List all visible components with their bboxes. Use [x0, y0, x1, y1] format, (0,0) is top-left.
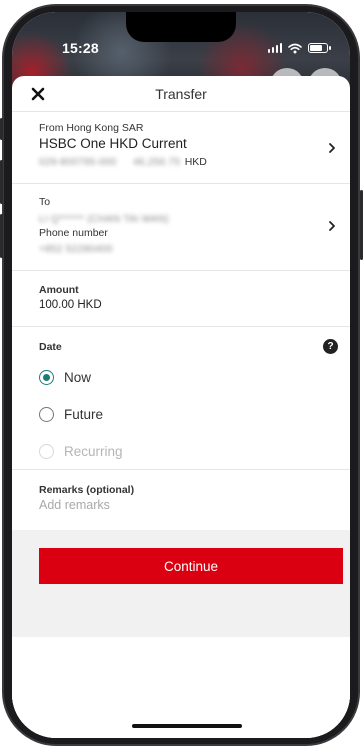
date-option-label: Recurring	[64, 444, 123, 459]
to-label: To	[39, 196, 51, 208]
amount-label: Amount	[39, 284, 79, 296]
from-label: From Hong Kong SAR	[39, 122, 144, 134]
signal-icon	[267, 43, 282, 53]
from-account-details: 029-800795-000 46,256.75 HKD	[39, 155, 334, 168]
page-title: Transfer	[155, 86, 207, 102]
volume-down-button	[0, 214, 3, 258]
remarks-input[interactable]	[39, 498, 299, 512]
battery-icon	[308, 43, 331, 53]
phone-masked: +852 52280400	[39, 244, 113, 255]
continue-button[interactable]: Continue	[39, 548, 343, 584]
status-icons	[267, 41, 331, 55]
bottom-safe-area	[12, 637, 350, 738]
notch	[126, 12, 236, 42]
amount-section[interactable]: Amount 100.00 HKD	[12, 271, 350, 327]
volume-up-button	[0, 160, 3, 204]
radio-future[interactable]	[39, 407, 54, 422]
to-section[interactable]: To LI Q****** (CHAN TAI MAN) Phone numbe…	[12, 184, 350, 271]
chevron-right-icon	[329, 143, 335, 153]
date-option-now[interactable]: Now	[39, 359, 334, 396]
nav-bar: Transfer	[12, 76, 350, 112]
status-time: 15:28	[62, 40, 99, 56]
phone-row: +852 52280400	[39, 242, 334, 255]
balance-currency: HKD	[184, 156, 207, 168]
phone-number-label: Phone number	[39, 227, 108, 239]
from-account-name: HSBC One HKD Current	[39, 136, 187, 151]
remarks-label: Remarks (optional)	[39, 484, 135, 496]
wifi-icon	[288, 43, 302, 53]
date-option-label: Future	[64, 407, 104, 422]
help-icon[interactable]: ?	[323, 339, 338, 354]
date-option-recurring: Recurring	[39, 433, 334, 470]
date-option-future[interactable]: Future	[39, 396, 334, 433]
radio-recurring	[39, 444, 54, 459]
from-account-section[interactable]: From Hong Kong SAR HSBC One HKD Current …	[12, 112, 350, 184]
phone-screen: 15:28 Transfer From Hong Kong SAR HSBC O…	[12, 12, 350, 738]
home-indicator[interactable]	[132, 724, 242, 728]
recipient-row: LI Q****** (CHAN TAI MAN)	[39, 211, 334, 225]
date-options: Now Future Recurring	[39, 359, 334, 470]
date-label: Date	[39, 341, 62, 353]
chevron-right-icon	[329, 221, 335, 231]
date-option-label: Now	[64, 370, 92, 385]
radio-now[interactable]	[39, 370, 54, 385]
account-number-masked: 029-800795-000	[39, 157, 117, 168]
date-section: Date ? Now Future Recurring	[12, 327, 350, 470]
balance-masked: 46,256.75	[133, 157, 181, 168]
amount-value: 100.00 HKD	[39, 299, 102, 311]
silent-switch	[0, 118, 3, 140]
remarks-section: Remarks (optional)	[12, 470, 350, 529]
recipient-masked: LI Q****** (CHAN TAI MAN)	[39, 214, 169, 225]
